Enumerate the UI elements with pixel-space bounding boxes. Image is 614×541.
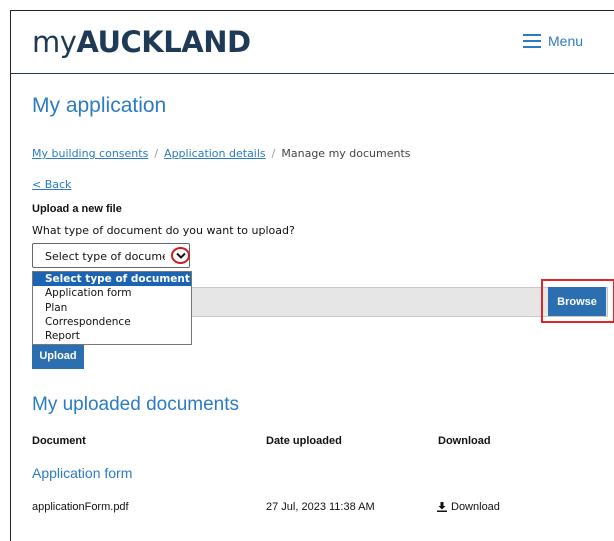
dropdown-option-plan[interactable]: Plan (33, 301, 191, 315)
breadcrumb-separator: / (154, 147, 159, 160)
document-type-select[interactable]: Select type of document (32, 243, 190, 268)
column-header-download: Download (438, 435, 491, 447)
download-icon (437, 502, 447, 512)
uploaded-documents-heading: My uploaded documents (32, 394, 240, 415)
breadcrumb-current: Manage my documents (281, 147, 411, 160)
menu-button[interactable]: Menu (523, 33, 583, 49)
select-value: Select type of document (45, 250, 165, 263)
breadcrumb-application-details[interactable]: Application details (164, 147, 266, 160)
logo-brand: AUCKLAND (76, 25, 251, 59)
logo-prefix: my (32, 25, 77, 59)
myauckland-logo[interactable]: myAUCKLAND (32, 25, 251, 59)
page-title: My application (32, 94, 167, 117)
dropdown-option-correspondence[interactable]: Correspondence (33, 315, 191, 329)
breadcrumb: My building consents / Application details… (32, 147, 411, 160)
column-header-document: Document (32, 435, 86, 447)
dropdown-option-application-form[interactable]: Application form (33, 286, 191, 300)
breadcrumb-building-consents[interactable]: My building consents (32, 147, 148, 160)
back-link[interactable]: < Back (32, 178, 71, 191)
document-group-title: Application form (32, 465, 133, 481)
dropdown-option-select-type[interactable]: Select type of document (33, 272, 191, 287)
upload-date: 27 Jul, 2023 11:38 AM (266, 501, 375, 513)
download-link[interactable]: Download (437, 501, 500, 513)
browse-button[interactable]: Browse (548, 287, 606, 316)
download-label: Download (451, 501, 500, 513)
hamburger-icon (523, 34, 541, 48)
menu-label: Menu (548, 33, 584, 49)
dropdown-option-report[interactable]: Report (33, 329, 191, 343)
document-type-dropdown: Select type of document Application form… (32, 271, 192, 345)
column-header-date: Date uploaded (266, 435, 342, 447)
browser-frame: myAUCKLAND Menu My application My buildi… (10, 10, 614, 541)
breadcrumb-separator: / (271, 147, 276, 160)
chevron-down-icon[interactable] (171, 247, 190, 264)
site-header: myAUCKLAND Menu (11, 11, 614, 74)
upload-heading: Upload a new file (32, 203, 122, 215)
upload-button[interactable]: Upload (32, 342, 84, 369)
document-type-question: What type of document do you want to upl… (32, 224, 295, 237)
file-name: applicationForm.pdf (32, 501, 129, 513)
